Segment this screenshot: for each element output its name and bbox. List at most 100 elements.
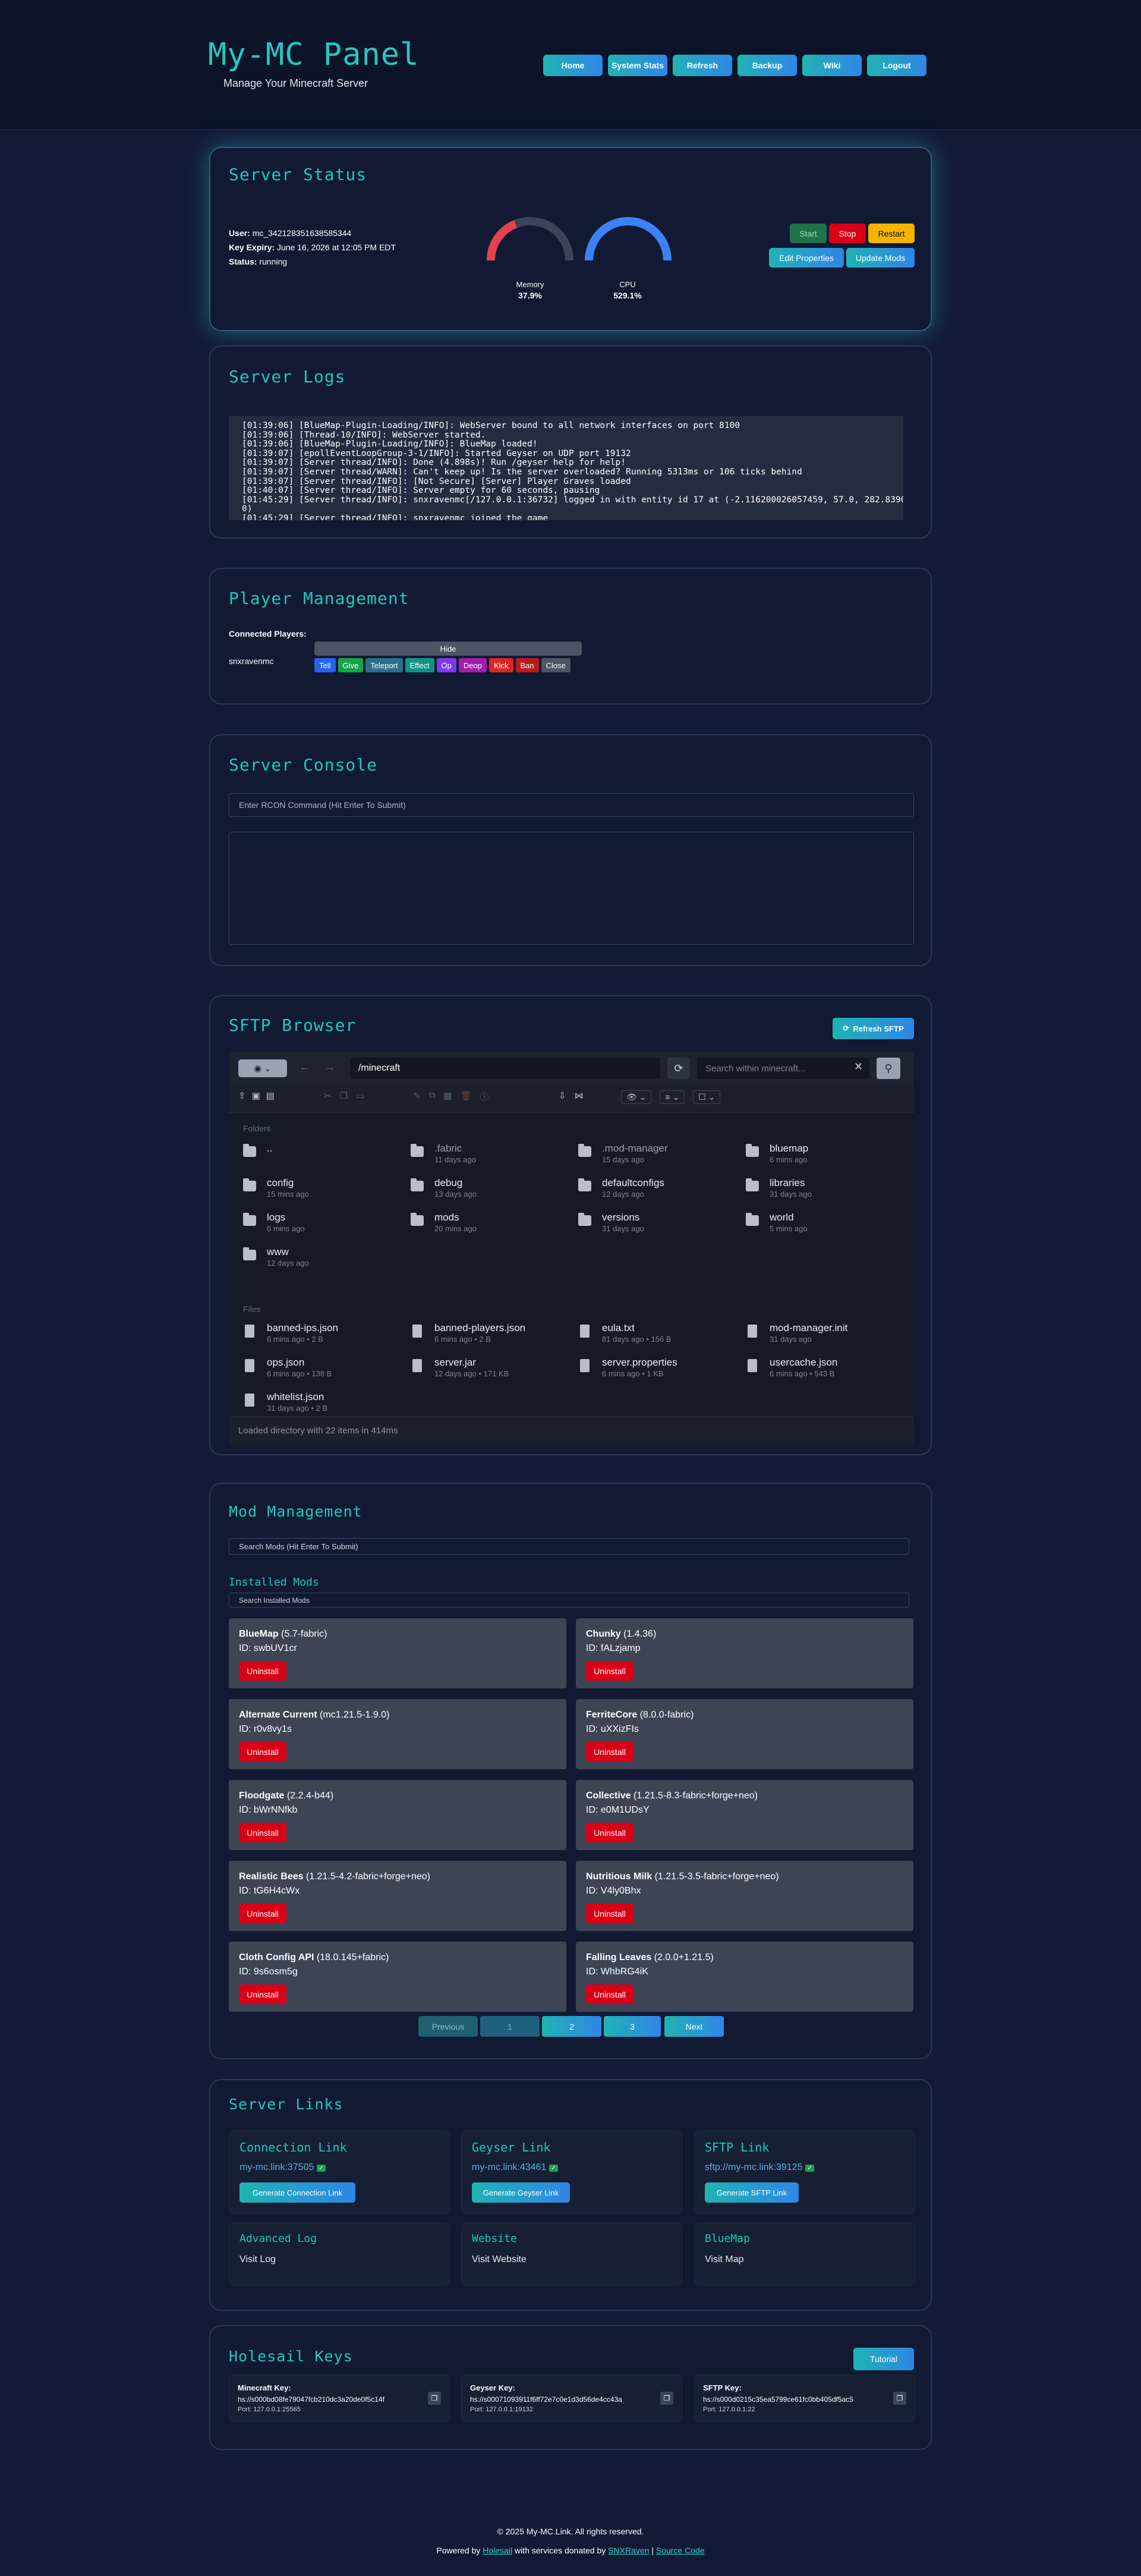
restart-button[interactable]: Restart bbox=[868, 224, 915, 243]
file-item[interactable]: server.properties 6 mins ago • 1 KB bbox=[578, 1355, 739, 1386]
minecraft-key-value[interactable]: hs://s000bd08fe79047fcb210dc3a20de0f5c14… bbox=[238, 2395, 422, 2404]
upload-icon[interactable]: ⇪ bbox=[238, 1090, 246, 1101]
file-item[interactable]: whitelist.json 31 days ago • 2 B bbox=[243, 1390, 404, 1421]
player-teleport-button[interactable]: Teleport bbox=[365, 658, 403, 672]
player-op-button[interactable]: Op bbox=[436, 658, 456, 672]
stop-button[interactable]: Stop bbox=[829, 224, 866, 243]
sort-icon[interactable]: ≡ ⌄ bbox=[660, 1090, 685, 1104]
select-icon[interactable]: ☐ ⌄ bbox=[693, 1090, 721, 1104]
folder-item[interactable]: debug 13 days ago bbox=[411, 1176, 571, 1207]
folder-item[interactable]: .. bbox=[243, 1141, 404, 1172]
player-close-button[interactable]: Close bbox=[541, 658, 570, 672]
sftp-key-value[interactable]: hs://s000d0215c35ea5799ce61fc0bb405df5ac… bbox=[703, 2395, 887, 2404]
pagination-page-2[interactable]: 2 bbox=[542, 2016, 601, 2037]
nav-wiki-button[interactable]: Wiki bbox=[802, 55, 862, 76]
new-folder-icon[interactable]: ▣ bbox=[252, 1090, 260, 1101]
tutorial-button[interactable]: Tutorial bbox=[853, 2348, 914, 2370]
file-item[interactable]: server.jar 12 days ago • 171 KB bbox=[411, 1355, 571, 1386]
folder-item[interactable]: config 15 mins ago bbox=[243, 1176, 404, 1207]
uninstall-button[interactable]: Uninstall bbox=[239, 1904, 286, 1923]
view-toggle-icon[interactable]: 👁 ⌄ bbox=[621, 1090, 652, 1104]
uninstall-button[interactable]: Uninstall bbox=[239, 1742, 286, 1762]
nav-refresh-button[interactable]: Refresh bbox=[673, 55, 732, 76]
geyser-key-value[interactable]: hs://s00071093911f6ff72e7c0e1d3d56de4cc4… bbox=[470, 2395, 654, 2404]
nav-home-button[interactable]: Home bbox=[543, 55, 603, 76]
uninstall-button[interactable]: Uninstall bbox=[586, 1984, 633, 2004]
connection-link-text[interactable]: my-mc.link:37505 bbox=[239, 2162, 314, 2172]
uninstall-button[interactable]: Uninstall bbox=[239, 1661, 286, 1681]
player-ban-button[interactable]: Ban bbox=[515, 658, 539, 672]
copy-icon[interactable]: ❐ bbox=[340, 1090, 348, 1101]
share-icon[interactable]: ⋈ bbox=[575, 1090, 584, 1101]
file-item[interactable]: banned-ips.json 6 mins ago • 2 B bbox=[243, 1321, 404, 1352]
delete-icon[interactable]: 🗑 bbox=[460, 1090, 471, 1103]
duplicate-icon[interactable]: ⧉ bbox=[429, 1090, 436, 1103]
copy-icon[interactable]: ❐ bbox=[428, 2392, 441, 2405]
generate-connection-link-button[interactable]: Generate Connection Link bbox=[239, 2182, 355, 2203]
player-give-button[interactable]: Give bbox=[338, 658, 364, 672]
folder-item[interactable]: www 12 days ago bbox=[243, 1245, 404, 1276]
file-item[interactable]: mod-manager.init 31 days ago bbox=[746, 1321, 906, 1352]
hide-player-actions-button[interactable]: Hide bbox=[314, 641, 582, 656]
download-icon[interactable]: ⇩ bbox=[559, 1090, 566, 1101]
connection-link-value[interactable]: my-mc.link:37505 ✓ bbox=[239, 2162, 326, 2173]
file-item[interactable]: eula.txt 81 days ago • 156 B bbox=[578, 1321, 739, 1352]
log-output[interactable]: [01:39:06] [BlueMap-Plugin-Loading/INFO]… bbox=[229, 416, 903, 520]
nav-backup-button[interactable]: Backup bbox=[737, 55, 797, 76]
back-icon[interactable]: ← bbox=[299, 1061, 311, 1074]
console-output[interactable] bbox=[229, 832, 914, 945]
folder-item[interactable]: bluemap 6 mins ago bbox=[746, 1141, 906, 1172]
file-item[interactable]: usercache.json 6 mins ago • 543 B bbox=[746, 1355, 906, 1386]
refresh-sftp-button[interactable]: ⟳ Refresh SFTP bbox=[833, 1018, 914, 1039]
nav-logout-button[interactable]: Logout bbox=[867, 55, 926, 76]
folder-item[interactable]: .fabric 11 days ago bbox=[411, 1141, 571, 1172]
uninstall-button[interactable]: Uninstall bbox=[586, 1742, 633, 1762]
holesail-link[interactable]: Holesail bbox=[483, 2546, 512, 2555]
sftp-link-value[interactable]: sftp://my-mc.link:39125 ✓ bbox=[705, 2162, 815, 2173]
storage-selector[interactable]: ◉ ⌄ bbox=[238, 1059, 287, 1077]
rename-icon[interactable]: ✎ bbox=[413, 1090, 421, 1103]
pagination-page-1[interactable]: 1 bbox=[480, 2016, 540, 2037]
mod-search-input[interactable]: Search Mods (Hit Enter To Submit) bbox=[229, 1538, 909, 1555]
folder-item[interactable]: logs 6 mins ago bbox=[243, 1210, 404, 1241]
rcon-command-input[interactable]: Enter RCON Command (Hit Enter To Submit) bbox=[229, 793, 914, 817]
folder-item[interactable]: world 5 mins ago bbox=[746, 1210, 906, 1241]
forward-icon[interactable]: → bbox=[324, 1061, 336, 1074]
update-mods-button[interactable]: Update Mods bbox=[846, 248, 915, 268]
uninstall-button[interactable]: Uninstall bbox=[239, 1984, 286, 2004]
nav-system-stats-button[interactable]: System Stats bbox=[608, 55, 667, 76]
file-item[interactable]: banned-players.json 6 mins ago • 2 B bbox=[411, 1321, 571, 1352]
player-kick-button[interactable]: Kick bbox=[488, 658, 513, 672]
sftp-link-text[interactable]: sftp://my-mc.link:39125 bbox=[705, 2162, 803, 2172]
start-button[interactable]: Start bbox=[790, 224, 827, 243]
uninstall-button[interactable]: Uninstall bbox=[239, 1823, 286, 1842]
uninstall-button[interactable]: Uninstall bbox=[586, 1661, 633, 1681]
pagination-previous[interactable]: Previous bbox=[418, 2016, 478, 2037]
generate-geyser-link-button[interactable]: Generate Geyser Link bbox=[472, 2182, 570, 2203]
archive-icon[interactable]: ▦ bbox=[443, 1090, 452, 1103]
search-icon[interactable]: ⚲ bbox=[877, 1058, 900, 1079]
installed-mods-search-input[interactable]: Search Installed Mods bbox=[229, 1593, 909, 1608]
cut-icon[interactable]: ✂ bbox=[324, 1090, 332, 1101]
site-title[interactable]: My-MC Panel bbox=[208, 37, 419, 73]
clear-search-icon[interactable]: ✕ bbox=[854, 1061, 863, 1073]
edit-properties-button[interactable]: Edit Properties bbox=[769, 248, 844, 268]
visit-website-link[interactable]: Visit Website bbox=[472, 2254, 527, 2265]
folder-item[interactable]: .mod-manager 15 days ago bbox=[578, 1141, 739, 1172]
pagination-page-3[interactable]: 3 bbox=[604, 2016, 661, 2037]
copy-icon[interactable]: ❐ bbox=[893, 2392, 906, 2405]
uninstall-button[interactable]: Uninstall bbox=[586, 1904, 633, 1923]
sftp-search-input[interactable]: Search within minecraft... bbox=[697, 1058, 869, 1079]
copy-icon[interactable]: ❐ bbox=[660, 2392, 673, 2405]
snxraven-link[interactable]: SNXRaven bbox=[608, 2546, 649, 2555]
pagination-next[interactable]: Next bbox=[664, 2016, 724, 2037]
folder-item[interactable]: mods 20 mins ago bbox=[411, 1210, 571, 1241]
file-item[interactable]: ops.json 6 mins ago • 138 B bbox=[243, 1355, 404, 1386]
path-input[interactable]: /minecraft bbox=[350, 1058, 660, 1079]
uninstall-button[interactable]: Uninstall bbox=[586, 1823, 633, 1842]
paste-icon[interactable]: ▭ bbox=[356, 1090, 364, 1101]
player-deop-button[interactable]: Deop bbox=[458, 658, 487, 672]
player-effect-button[interactable]: Effect bbox=[405, 658, 434, 672]
visit-log-link[interactable]: Visit Log bbox=[239, 2254, 276, 2265]
generate-sftp-link-button[interactable]: Generate SFTP Link bbox=[705, 2182, 799, 2203]
